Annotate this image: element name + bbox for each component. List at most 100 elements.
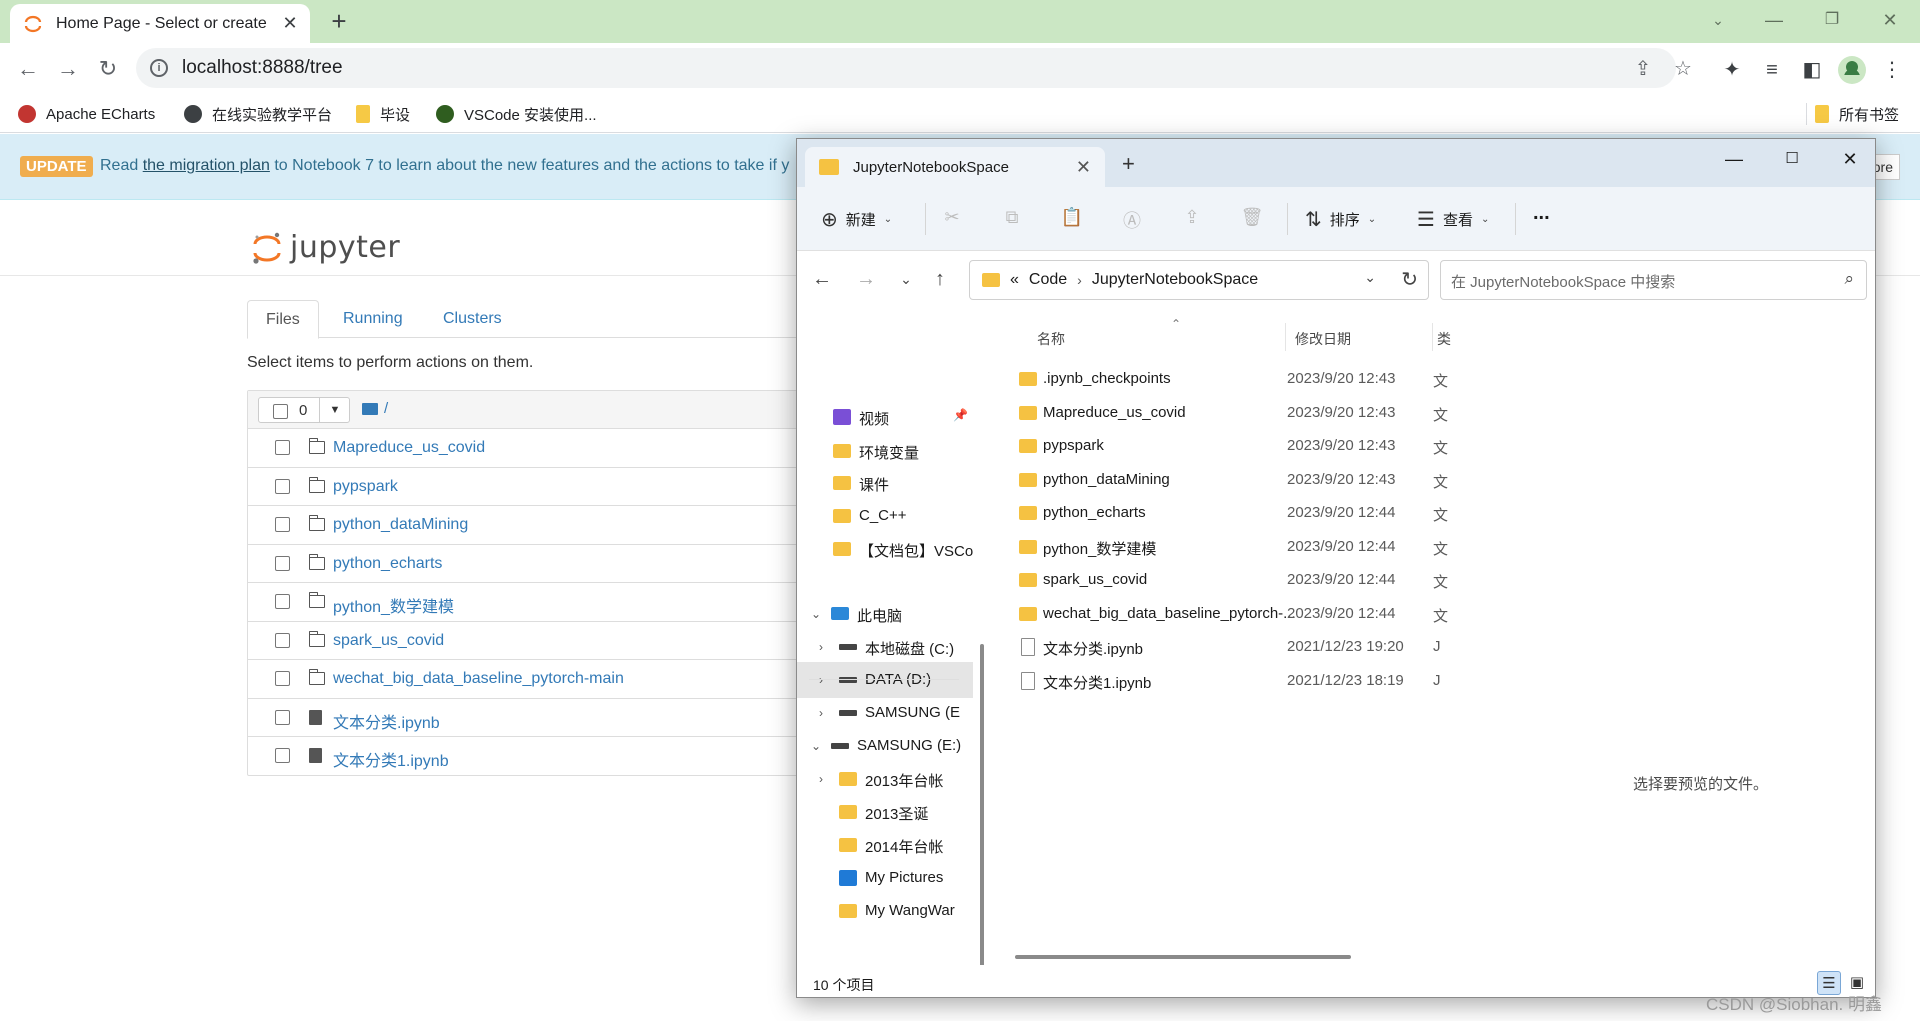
sort-button[interactable]: ⇅ 排序 ⌄: [1305, 207, 1376, 231]
nav-item[interactable]: ⌄ SAMSUNG (E:): [797, 728, 973, 764]
list-item[interactable]: 文本分类.ipynb: [248, 699, 806, 737]
restore-button[interactable]: ❐: [1804, 0, 1860, 40]
chevron-right-icon[interactable]: ›: [819, 673, 823, 687]
share-icon[interactable]: ⇪: [1179, 207, 1205, 233]
forward-icon[interactable]: →: [853, 266, 879, 292]
item-checkbox[interactable]: [275, 555, 290, 571]
chevron-down-icon[interactable]: ⌄: [1364, 269, 1376, 286]
nav-item[interactable]: 视频 📌: [797, 399, 973, 435]
reload-button[interactable]: ↻: [92, 53, 124, 85]
rename-icon[interactable]: Ⓐ: [1119, 207, 1145, 233]
path-segment-current[interactable]: JupyterNotebookSpace: [1092, 271, 1258, 289]
search-input[interactable]: 在 JupyterNotebookSpace 中搜索 ⌕: [1440, 260, 1867, 300]
up-icon[interactable]: ↑: [927, 266, 953, 292]
minimize-button[interactable]: —: [1746, 0, 1802, 40]
list-item[interactable]: wechat_big_data_baseline_pytorch-main: [248, 660, 806, 699]
item-link[interactable]: 文本分类1.ipynb: [333, 747, 449, 771]
breadcrumb-root[interactable]: /: [384, 400, 388, 417]
nav-item[interactable]: › 2013年台帐: [797, 761, 973, 797]
horizontal-scrollbar[interactable]: [1015, 955, 1351, 959]
path-segment-code[interactable]: Code: [1029, 271, 1067, 289]
item-checkbox[interactable]: [275, 709, 290, 725]
list-item[interactable]: spark_us_covid: [248, 622, 806, 660]
item-link[interactable]: spark_us_covid: [333, 632, 444, 650]
nav-item[interactable]: 【文档包】VSCo: [797, 531, 973, 567]
nav-item[interactable]: My WangWar: [797, 893, 973, 929]
back-button[interactable]: ←: [12, 53, 44, 85]
address-bar[interactable]: « Code › JupyterNotebookSpace ⌄ ↻: [969, 260, 1429, 300]
close-window-button[interactable]: ✕: [1821, 143, 1875, 175]
tab-files[interactable]: Files: [247, 300, 319, 339]
address-bar[interactable]: i localhost:8888/tree: [136, 48, 1676, 88]
nav-item[interactable]: 2014年台帐: [797, 827, 973, 863]
view-button[interactable]: ☰ 查看 ⌄: [1417, 207, 1489, 231]
file-row[interactable]: python_echarts 2023/9/20 12:44 文: [1015, 495, 1515, 531]
list-item[interactable]: python_数学建模: [248, 583, 806, 622]
maximize-button[interactable]: ☐: [1763, 143, 1821, 175]
nav-item[interactable]: ⌄ 此电脑: [797, 596, 973, 632]
file-row[interactable]: 文本分类.ipynb 2021/12/23 19:20 J: [1015, 629, 1515, 665]
nav-item[interactable]: C_C++: [797, 498, 973, 534]
new-tab-button[interactable]: +: [1122, 151, 1135, 177]
chevron-right-icon[interactable]: ›: [819, 640, 823, 654]
nav-scrollbar[interactable]: [980, 644, 984, 974]
item-checkbox[interactable]: [275, 440, 290, 455]
close-tab-icon[interactable]: ✕: [1076, 157, 1091, 178]
item-link[interactable]: Mapreduce_us_covid: [333, 439, 485, 457]
bookmark-echarts[interactable]: Apache ECharts: [18, 103, 155, 125]
column-divider[interactable]: [1432, 323, 1433, 351]
nav-item[interactable]: › SAMSUNG (E: [797, 695, 973, 731]
column-name[interactable]: 名称: [1037, 329, 1065, 349]
chevron-down-icon[interactable]: ⌄: [811, 739, 821, 753]
explorer-tab[interactable]: JupyterNotebookSpace ✕: [805, 147, 1105, 187]
paste-icon[interactable]: 📋: [1059, 207, 1085, 233]
new-tab-button[interactable]: +: [325, 6, 353, 36]
bookmark-platform[interactable]: 在线实验教学平台: [184, 103, 332, 125]
file-row[interactable]: python_dataMining 2023/9/20 12:43 文: [1015, 462, 1515, 498]
more-options-button[interactable]: ...: [1533, 201, 1550, 225]
file-row[interactable]: .ipynb_checkpoints 2023/9/20 12:43 文: [1015, 361, 1515, 397]
side-panel-icon[interactable]: ◧: [1798, 56, 1826, 84]
chevron-down-icon[interactable]: ⌄: [811, 607, 821, 621]
recent-locations-icon[interactable]: ⌄: [893, 266, 919, 292]
file-row[interactable]: pypspark 2023/9/20 12:43 文: [1015, 428, 1515, 464]
select-dropdown-icon[interactable]: ▼: [319, 398, 350, 422]
tab-close-icon[interactable]: ✕: [280, 13, 300, 34]
menu-icon[interactable]: ⋮: [1878, 56, 1906, 84]
item-link[interactable]: python_dataMining: [333, 516, 468, 534]
close-window-button[interactable]: ✕: [1862, 0, 1918, 40]
tab-clusters[interactable]: Clusters: [425, 300, 520, 338]
jupyter-logo[interactable]: jupyter: [252, 230, 400, 265]
item-checkbox[interactable]: [275, 478, 290, 494]
item-link[interactable]: python_数学建模: [333, 593, 454, 617]
file-row[interactable]: wechat_big_data_baseline_pytorch-... 2023…: [1015, 596, 1515, 632]
breadcrumb[interactable]: /: [362, 400, 388, 417]
copy-icon[interactable]: ⧉: [999, 207, 1025, 233]
item-checkbox[interactable]: [275, 671, 290, 686]
nav-item[interactable]: 课件: [797, 465, 973, 501]
minimize-button[interactable]: —: [1705, 143, 1763, 175]
nav-item[interactable]: › DATA (D:): [797, 662, 973, 698]
migration-plan-link[interactable]: the migration plan: [143, 157, 270, 174]
item-link[interactable]: python_echarts: [333, 555, 442, 573]
file-row[interactable]: 文本分类1.ipynb 2021/12/23 18:19 J: [1015, 663, 1515, 699]
new-button[interactable]: ⊕ 新建 ⌄: [821, 207, 892, 231]
cut-icon[interactable]: ✂: [939, 207, 965, 233]
reading-list-icon[interactable]: ≡: [1758, 56, 1786, 84]
profile-avatar[interactable]: [1838, 56, 1866, 84]
nav-item[interactable]: › 本地磁盘 (C:): [797, 629, 973, 665]
item-checkbox[interactable]: [275, 748, 290, 763]
extensions-icon[interactable]: ✦: [1718, 56, 1746, 84]
item-checkbox[interactable]: [275, 517, 290, 532]
nav-item[interactable]: 2013圣诞: [797, 794, 973, 830]
nav-item[interactable]: 环境变量: [797, 433, 973, 469]
refresh-icon[interactable]: ↻: [1401, 267, 1418, 292]
list-item[interactable]: python_dataMining: [248, 506, 806, 545]
chevron-right-icon[interactable]: ›: [819, 772, 823, 786]
list-item[interactable]: python_echarts: [248, 545, 806, 583]
share-icon[interactable]: ⇪: [1630, 56, 1656, 82]
chevron-right-icon[interactable]: ›: [819, 706, 823, 720]
all-bookmarks[interactable]: 所有书签: [1806, 103, 1899, 125]
path-overflow[interactable]: «: [1010, 271, 1019, 289]
item-checkbox[interactable]: [275, 594, 290, 609]
